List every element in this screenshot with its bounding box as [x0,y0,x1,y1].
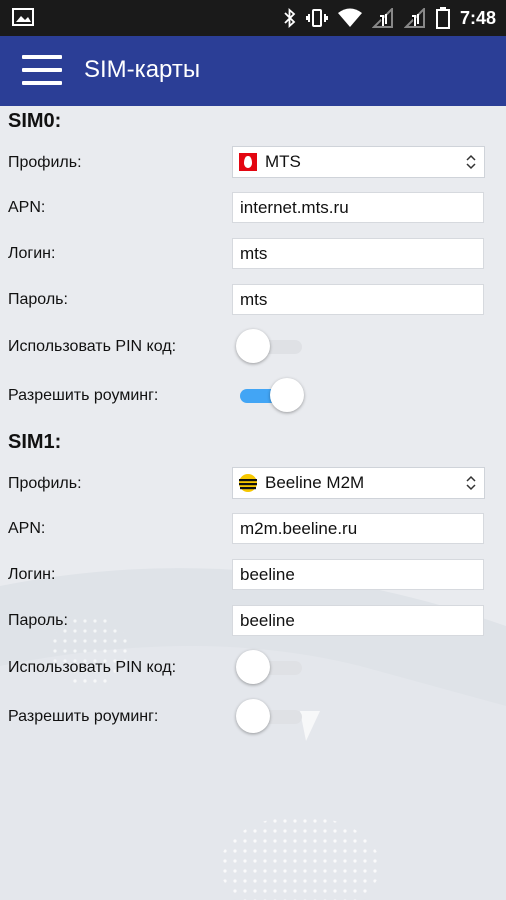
sim0-password-field[interactable]: mts [232,284,484,315]
sim1-profile-label: Профиль: [8,475,82,492]
sim0-roaming-toggle[interactable] [236,378,306,414]
sim0-password-label: Пароль: [8,291,68,308]
wifi-icon [337,8,362,27]
sim0-profile-value: MTS [265,152,301,171]
app-bar: SIM-карты [0,36,506,106]
sim1-password-field[interactable]: beeline [232,605,484,636]
sim1-password-label: Пароль: [8,612,68,629]
sim1-login-label: Логин: [8,566,56,583]
sim0-roaming-label: Разрешить роуминг: [8,387,159,404]
sim0-login-label: Логин: [8,245,56,262]
image-icon [12,8,34,26]
sim1-apn-field[interactable]: m2m.beeline.ru [232,513,484,544]
sim1-profile-select[interactable]: Beeline M2M [232,467,485,499]
vibrate-icon [305,9,328,27]
signal-icon [371,8,393,28]
signal-icon [403,8,425,28]
sim1-apn-label: APN: [8,520,46,537]
sim1-use-pin-label: Использовать PIN код: [8,659,177,676]
status-bar: 7:48 [0,0,506,36]
sim1-use-pin-toggle[interactable] [236,650,306,686]
chevron-up-down-icon [466,475,476,491]
status-time: 7:48 [459,7,496,28]
bluetooth-icon [284,8,296,28]
sim1-profile-value: Beeline M2M [265,473,365,492]
sim0-apn-field[interactable]: internet.mts.ru [232,192,484,223]
sim1-title: SIM1: [8,431,62,453]
sim0-profile-select[interactable]: MTS [232,146,485,178]
background-decoration [0,568,506,900]
sim0-use-pin-label: Использовать PIN код: [8,338,177,355]
sim0-title: SIM0: [8,110,62,132]
sim1-roaming-label: Разрешить роуминг: [8,708,159,725]
beeline-logo [239,474,257,492]
battery-icon [435,7,450,29]
sim0-profile-label: Профиль: [8,154,82,171]
sim-settings: SIM0: Профиль: MTS APN: internet.mts.ru … [0,106,506,900]
sim0-login-field[interactable]: mts [232,238,484,269]
sim0-apn-label: APN: [8,199,46,216]
mts-logo [239,153,257,171]
chevron-up-down-icon [466,154,476,170]
sim1-roaming-toggle[interactable] [236,699,306,735]
page-title: SIM-карты [84,56,201,83]
sim0-use-pin-toggle[interactable] [236,329,306,365]
sim1-login-field[interactable]: beeline [232,559,484,590]
menu-icon[interactable] [22,55,62,85]
